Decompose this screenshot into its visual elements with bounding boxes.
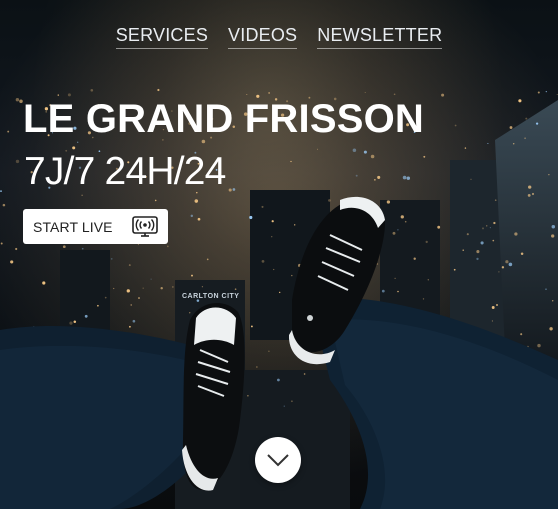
nav-link-videos[interactable]: VIDEOS xyxy=(228,25,298,49)
legs-sneakers-photo: CARLTON CITY xyxy=(0,196,558,509)
chevron-down-icon xyxy=(267,454,289,467)
start-live-label: START LIVE xyxy=(33,218,113,235)
start-live-button[interactable]: START LIVE xyxy=(23,209,168,244)
live-broadcast-icon xyxy=(132,215,158,237)
hero-title: LE GRAND FRISSON xyxy=(23,97,424,141)
nav-link-newsletter[interactable]: NEWSLETTER xyxy=(317,25,443,49)
scroll-down-button[interactable] xyxy=(255,437,301,483)
hero-subtitle: 7J/7 24H/24 xyxy=(24,150,226,193)
nav-link-services[interactable]: SERVICES xyxy=(115,25,209,49)
building-sign: CARLTON CITY xyxy=(182,293,239,300)
top-nav: SERVICES VIDEOS NEWSLETTER xyxy=(0,25,558,49)
hero-section: CARLTON CITY SERVICES VIDEOS NEWSLETTER … xyxy=(0,0,558,509)
